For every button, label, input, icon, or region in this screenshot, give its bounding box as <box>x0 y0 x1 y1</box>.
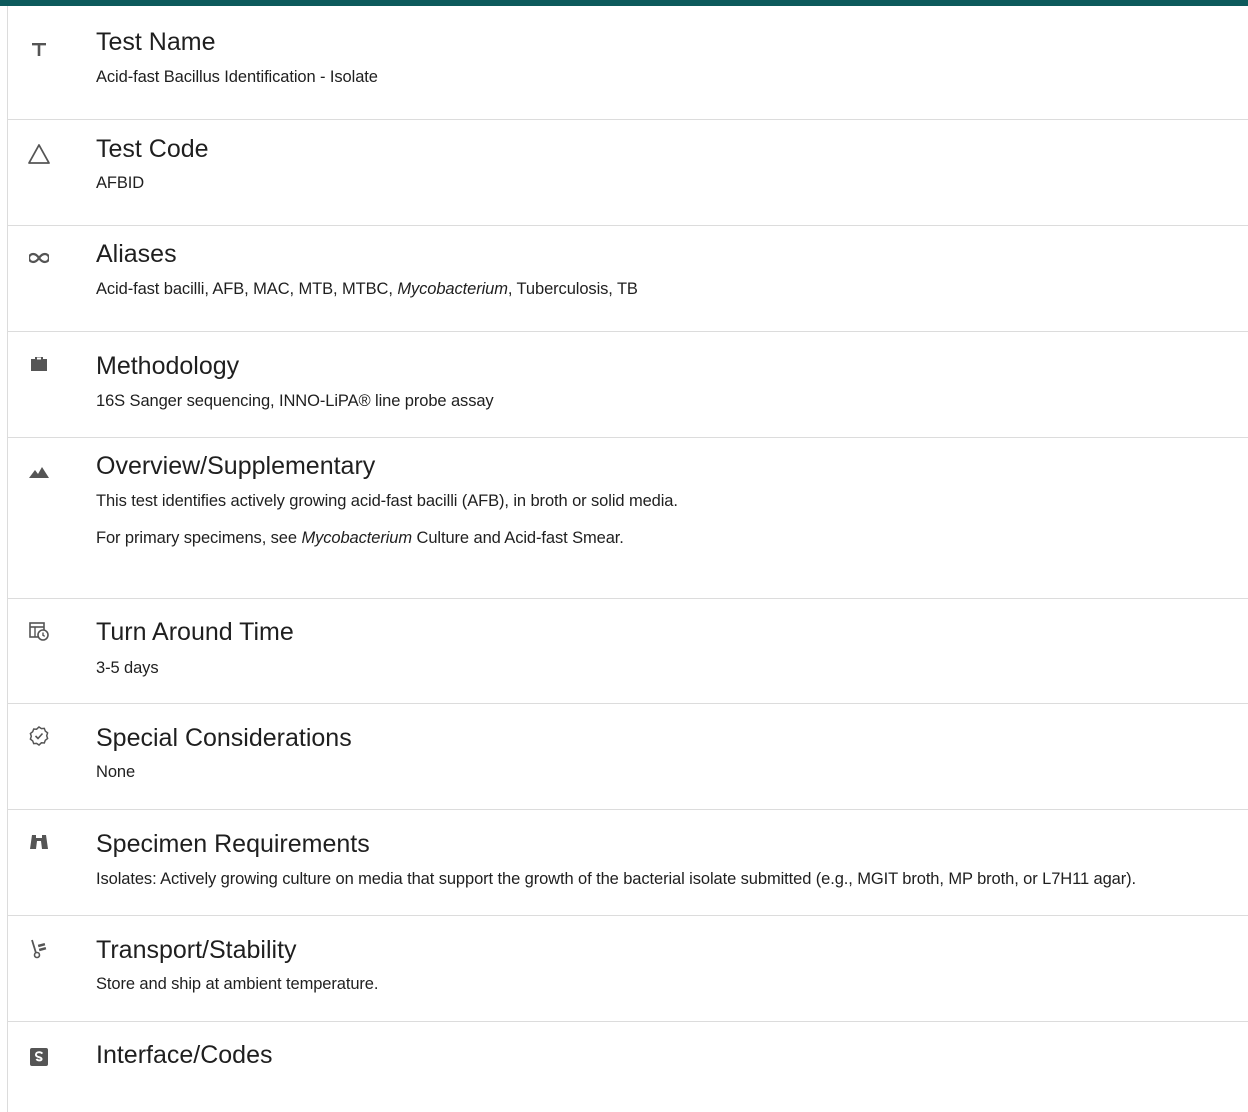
aliases-text-pre: Acid-fast bacilli, AFB, MAC, MTB, MTBC, <box>96 280 398 298</box>
test-code-title: Test Code <box>96 135 209 163</box>
methodology-title: Methodology <box>96 352 240 380</box>
mountains-icon <box>27 460 51 484</box>
overview-line-2-post: Culture and Acid-fast Smear. <box>412 529 624 547</box>
aliases-text-post: , Tuberculosis, TB <box>507 280 638 298</box>
calendar-clock-icon <box>27 619 51 643</box>
test-code-value: AFBID <box>96 174 145 192</box>
hand-truck-icon <box>27 937 51 961</box>
test-details-panel: Test Name Acid-fast Bacillus Identificat… <box>7 6 1248 1112</box>
specimen-requirements-title: Specimen Requirements <box>96 830 370 858</box>
infinity-icon <box>27 246 51 270</box>
methodology-value: 16S Sanger sequencing, INNO-LiPA® line p… <box>96 392 494 410</box>
detail-row-special-considerations: Special Considerations None <box>8 704 1248 810</box>
s-square-icon <box>27 1045 51 1069</box>
detail-row-aliases: Aliases Acid-fast bacilli, AFB, MAC, MTB… <box>8 226 1248 332</box>
transport-stability-value: Store and ship at ambient temperature. <box>96 975 379 993</box>
turnaround-title: Turn Around Time <box>96 618 294 646</box>
transport-stability-title: Transport/Stability <box>96 936 297 964</box>
overview-line-1: This test identifies actively growing ac… <box>96 492 678 510</box>
detail-row-methodology: Methodology 16S Sanger sequencing, INNO-… <box>8 332 1248 438</box>
special-considerations-title: Special Considerations <box>96 724 352 752</box>
test-name-value: Acid-fast Bacillus Identification - Isol… <box>96 68 378 86</box>
badge-check-icon <box>27 724 51 748</box>
aliases-value: Acid-fast bacilli, AFB, MAC, MTB, MTBC, … <box>96 280 638 299</box>
detail-row-overview: Overview/Supplementary This test identif… <box>8 438 1248 599</box>
text-t-icon <box>27 37 51 61</box>
detail-row-turnaround: Turn Around Time 3-5 days <box>8 599 1248 704</box>
triangle-icon <box>27 142 51 166</box>
aliases-title: Aliases <box>96 240 177 268</box>
aliases-text-italic: Mycobacterium <box>397 280 508 298</box>
detail-row-test-name: Test Name Acid-fast Bacillus Identificat… <box>8 6 1248 120</box>
special-considerations-value: None <box>96 763 136 781</box>
interface-codes-title: Interface/Codes <box>96 1041 273 1069</box>
overview-line-2-pre: For primary specimens, see <box>96 529 302 547</box>
detail-row-transport-stability: Transport/Stability Store and ship at am… <box>8 916 1248 1022</box>
test-name-title: Test Name <box>96 28 216 56</box>
detail-row-interface-codes: Interface/Codes <box>8 1022 1248 1112</box>
detail-row-specimen-requirements: Specimen Requirements Isolates: Actively… <box>8 810 1248 916</box>
binoculars-icon <box>27 830 51 854</box>
detail-row-test-code: Test Code AFBID <box>8 120 1248 226</box>
overview-line-2: For primary specimens, see Mycobacterium… <box>96 529 624 548</box>
turnaround-value: 3-5 days <box>96 659 159 677</box>
overview-title: Overview/Supplementary <box>96 452 376 480</box>
specimen-requirements-value: Isolates: Actively growing culture on me… <box>96 870 1137 888</box>
overview-line-2-italic: Mycobacterium <box>301 529 413 547</box>
briefcase-icon <box>27 352 51 376</box>
